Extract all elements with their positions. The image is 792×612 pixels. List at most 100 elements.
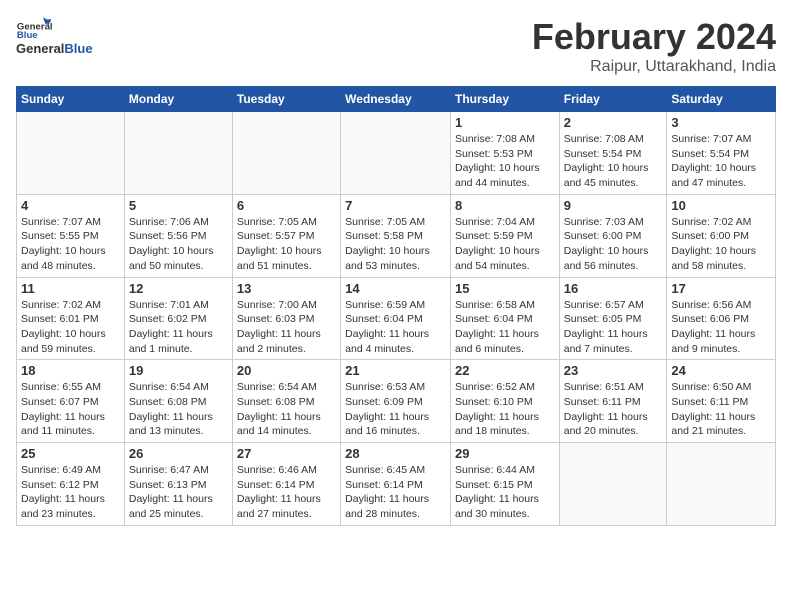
calendar-cell: 7 Sunrise: 7:05 AM Sunset: 5:58 PM Daylig… xyxy=(341,194,451,277)
day-info: Sunrise: 7:08 AM Sunset: 5:54 PM Dayligh… xyxy=(564,132,663,191)
day-info: Sunrise: 6:49 AM Sunset: 6:12 PM Dayligh… xyxy=(21,463,120,522)
weekday-header: Monday xyxy=(124,87,232,112)
calendar-week-row: 4 Sunrise: 7:07 AM Sunset: 5:55 PM Daylig… xyxy=(17,194,776,277)
calendar-cell: 27Sunrise: 6:46 AM Sunset: 6:14 PM Dayli… xyxy=(232,443,340,526)
day-number: 19 xyxy=(129,363,228,378)
day-info: Sunrise: 7:04 AM Sunset: 5:59 PM Dayligh… xyxy=(455,215,555,274)
calendar-cell xyxy=(667,443,776,526)
calendar-cell: 15Sunrise: 6:58 AM Sunset: 6:04 PM Dayli… xyxy=(450,277,559,360)
day-number: 25 xyxy=(21,446,120,461)
calendar-cell: 12 Sunrise: 7:01 AM Sunset: 6:02 PM Dayli… xyxy=(124,277,232,360)
day-info: Sunrise: 7:05 AM Sunset: 5:58 PM Dayligh… xyxy=(345,215,446,274)
day-info: Sunrise: 6:57 AM Sunset: 6:05 PM Dayligh… xyxy=(564,298,663,357)
calendar-cell xyxy=(124,112,232,195)
svg-text:Blue: Blue xyxy=(17,30,38,40)
calendar-cell: 9Sunrise: 7:03 AM Sunset: 6:00 PM Daylig… xyxy=(559,194,667,277)
day-number: 10 xyxy=(671,198,771,213)
day-info: Sunrise: 7:01 AM Sunset: 6:02 PM Dayligh… xyxy=(129,298,228,357)
calendar-cell: 17Sunrise: 6:56 AM Sunset: 6:06 PM Dayli… xyxy=(667,277,776,360)
calendar-cell: 14 Sunrise: 6:59 AM Sunset: 6:04 PM Dayli… xyxy=(341,277,451,360)
logo-icon: General Blue xyxy=(16,16,52,40)
calendar-week-row: 18 Sunrise: 6:55 AM Sunset: 6:07 PM Dayli… xyxy=(17,360,776,443)
calendar-week-row: 11 Sunrise: 7:02 AM Sunset: 6:01 PM Dayli… xyxy=(17,277,776,360)
location-title: Raipur, Uttarakhand, India xyxy=(532,58,776,76)
calendar-cell xyxy=(341,112,451,195)
day-number: 13 xyxy=(237,281,336,296)
calendar-table: SundayMondayTuesdayWednesdayThursdayFrid… xyxy=(16,86,776,526)
day-number: 12 xyxy=(129,281,228,296)
calendar-cell: 25 Sunrise: 6:49 AM Sunset: 6:12 PM Dayli… xyxy=(17,443,125,526)
day-info: Sunrise: 6:52 AM Sunset: 6:10 PM Dayligh… xyxy=(455,380,555,439)
day-info: Sunrise: 6:53 AM Sunset: 6:09 PM Dayligh… xyxy=(345,380,446,439)
day-info: Sunrise: 6:50 AM Sunset: 6:11 PM Dayligh… xyxy=(671,380,771,439)
day-number: 26 xyxy=(129,446,228,461)
day-info: Sunrise: 7:07 AM Sunset: 5:55 PM Dayligh… xyxy=(21,215,120,274)
calendar-cell: 13 Sunrise: 7:00 AM Sunset: 6:03 PM Dayli… xyxy=(232,277,340,360)
day-number: 3 xyxy=(671,115,771,130)
day-number: 2 xyxy=(564,115,663,130)
calendar-cell: 21 Sunrise: 6:53 AM Sunset: 6:09 PM Dayli… xyxy=(341,360,451,443)
day-number: 7 xyxy=(345,198,446,213)
day-info: Sunrise: 6:54 AM Sunset: 6:08 PM Dayligh… xyxy=(129,380,228,439)
calendar-cell: 28 Sunrise: 6:45 AM Sunset: 6:14 PM Dayli… xyxy=(341,443,451,526)
calendar-cell xyxy=(232,112,340,195)
day-number: 4 xyxy=(21,198,120,213)
page-header: General Blue GeneralBlue February 2024 R… xyxy=(16,16,776,76)
day-info: Sunrise: 6:59 AM Sunset: 6:04 PM Dayligh… xyxy=(345,298,446,357)
day-info: Sunrise: 6:45 AM Sunset: 6:14 PM Dayligh… xyxy=(345,463,446,522)
day-info: Sunrise: 7:07 AM Sunset: 5:54 PM Dayligh… xyxy=(671,132,771,191)
day-number: 29 xyxy=(455,446,555,461)
day-info: Sunrise: 6:56 AM Sunset: 6:06 PM Dayligh… xyxy=(671,298,771,357)
calendar-cell: 3 Sunrise: 7:07 AM Sunset: 5:54 PM Daylig… xyxy=(667,112,776,195)
logo: General Blue GeneralBlue xyxy=(16,16,93,56)
day-info: Sunrise: 7:00 AM Sunset: 6:03 PM Dayligh… xyxy=(237,298,336,357)
day-number: 20 xyxy=(237,363,336,378)
day-number: 5 xyxy=(129,198,228,213)
month-title: February 2024 xyxy=(532,16,776,58)
day-number: 24 xyxy=(671,363,771,378)
day-number: 16 xyxy=(564,281,663,296)
day-number: 14 xyxy=(345,281,446,296)
day-number: 28 xyxy=(345,446,446,461)
day-number: 8 xyxy=(455,198,555,213)
calendar-cell: 16 Sunrise: 6:57 AM Sunset: 6:05 PM Dayli… xyxy=(559,277,667,360)
calendar-cell: 5 Sunrise: 7:06 AM Sunset: 5:56 PM Daylig… xyxy=(124,194,232,277)
calendar-cell: 11 Sunrise: 7:02 AM Sunset: 6:01 PM Dayli… xyxy=(17,277,125,360)
calendar-cell: 1Sunrise: 7:08 AM Sunset: 5:53 PM Daylig… xyxy=(450,112,559,195)
day-number: 22 xyxy=(455,363,555,378)
calendar-cell: 19 Sunrise: 6:54 AM Sunset: 6:08 PM Dayli… xyxy=(124,360,232,443)
day-number: 21 xyxy=(345,363,446,378)
calendar-cell: 10Sunrise: 7:02 AM Sunset: 6:00 PM Dayli… xyxy=(667,194,776,277)
calendar-cell: 29 Sunrise: 6:44 AM Sunset: 6:15 PM Dayli… xyxy=(450,443,559,526)
calendar-cell: 20 Sunrise: 6:54 AM Sunset: 6:08 PM Dayli… xyxy=(232,360,340,443)
logo-general: General xyxy=(16,41,64,56)
day-info: Sunrise: 6:46 AM Sunset: 6:14 PM Dayligh… xyxy=(237,463,336,522)
calendar-cell: 8 Sunrise: 7:04 AM Sunset: 5:59 PM Daylig… xyxy=(450,194,559,277)
day-number: 6 xyxy=(237,198,336,213)
day-info: Sunrise: 7:02 AM Sunset: 6:01 PM Dayligh… xyxy=(21,298,120,357)
weekday-header: Tuesday xyxy=(232,87,340,112)
calendar-week-row: 25 Sunrise: 6:49 AM Sunset: 6:12 PM Dayli… xyxy=(17,443,776,526)
title-area: February 2024 Raipur, Uttarakhand, India xyxy=(532,16,776,76)
day-number: 15 xyxy=(455,281,555,296)
day-info: Sunrise: 6:51 AM Sunset: 6:11 PM Dayligh… xyxy=(564,380,663,439)
calendar-cell: 6 Sunrise: 7:05 AM Sunset: 5:57 PM Daylig… xyxy=(232,194,340,277)
calendar-cell: 4 Sunrise: 7:07 AM Sunset: 5:55 PM Daylig… xyxy=(17,194,125,277)
day-info: Sunrise: 6:55 AM Sunset: 6:07 PM Dayligh… xyxy=(21,380,120,439)
calendar-cell: 2 Sunrise: 7:08 AM Sunset: 5:54 PM Daylig… xyxy=(559,112,667,195)
day-info: Sunrise: 6:54 AM Sunset: 6:08 PM Dayligh… xyxy=(237,380,336,439)
calendar-cell xyxy=(559,443,667,526)
day-info: Sunrise: 7:03 AM Sunset: 6:00 PM Dayligh… xyxy=(564,215,663,274)
day-info: Sunrise: 7:05 AM Sunset: 5:57 PM Dayligh… xyxy=(237,215,336,274)
day-info: Sunrise: 6:44 AM Sunset: 6:15 PM Dayligh… xyxy=(455,463,555,522)
day-number: 18 xyxy=(21,363,120,378)
calendar-week-row: 1Sunrise: 7:08 AM Sunset: 5:53 PM Daylig… xyxy=(17,112,776,195)
day-info: Sunrise: 7:06 AM Sunset: 5:56 PM Dayligh… xyxy=(129,215,228,274)
weekday-header: Friday xyxy=(559,87,667,112)
logo-blue: Blue xyxy=(64,41,92,56)
day-number: 1 xyxy=(455,115,555,130)
weekday-header-row: SundayMondayTuesdayWednesdayThursdayFrid… xyxy=(17,87,776,112)
calendar-cell xyxy=(17,112,125,195)
calendar-cell: 24 Sunrise: 6:50 AM Sunset: 6:11 PM Dayli… xyxy=(667,360,776,443)
day-number: 11 xyxy=(21,281,120,296)
